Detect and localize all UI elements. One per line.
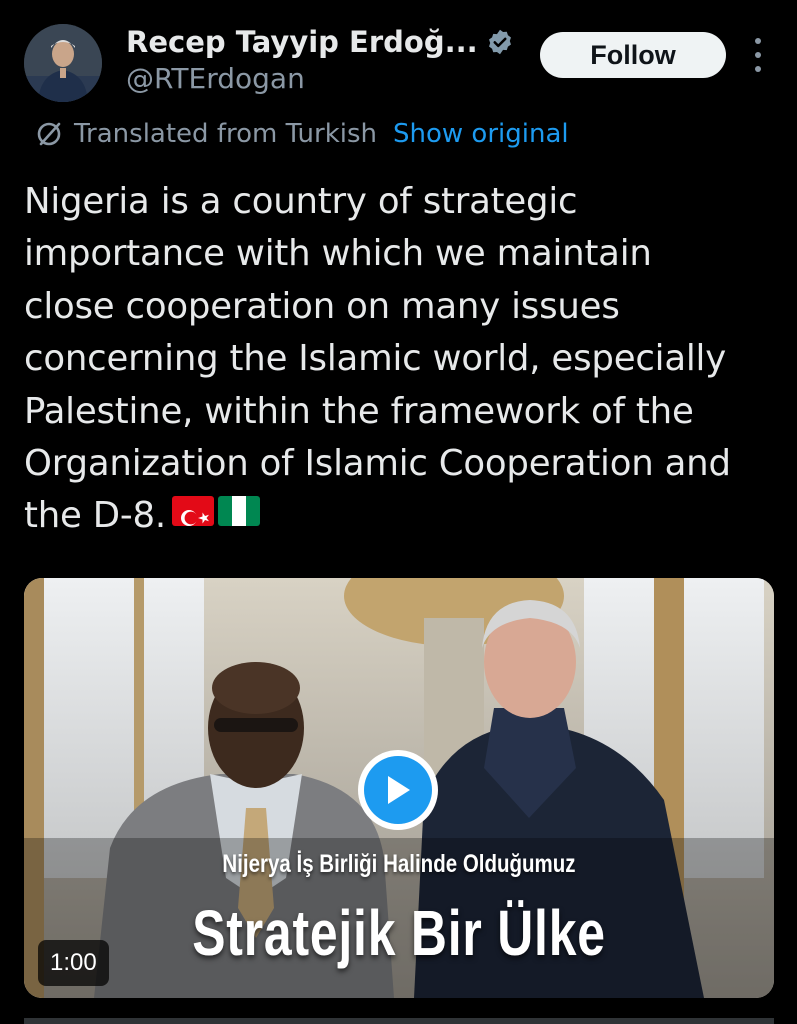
translate-icon: [34, 119, 64, 149]
more-vertical-icon[interactable]: [748, 38, 768, 72]
tweet-line: Organization of Islamic Cooperation and: [24, 443, 731, 485]
author-handle[interactable]: @RTErdogan: [126, 62, 305, 95]
flag-turkey-icon: [171, 496, 214, 527]
author-display-name[interactable]: Recep Tayyip Erdoğ...: [126, 25, 478, 59]
play-icon: [364, 756, 432, 824]
flags: [171, 496, 260, 527]
author-name-row: Recep Tayyip Erdoğ...: [126, 22, 514, 62]
tweet-line: Nigeria is a country of strategic: [24, 181, 578, 222]
avatar[interactable]: [24, 24, 102, 102]
video-duration-badge: 1:00: [38, 940, 109, 986]
follow-button[interactable]: Follow: [540, 32, 726, 78]
next-content-edge: [24, 1018, 774, 1024]
tweet-line: close cooperation on many issues: [24, 285, 620, 327]
flag-nigeria-icon: [217, 496, 260, 527]
tweet-line: Palestine, within the framework of the: [24, 390, 694, 432]
tweet-line: the D-8.: [24, 495, 166, 537]
tweet-line: concerning the Islamic world, especially: [24, 338, 727, 380]
video-caption-title: Stratejik Bir Ülke: [192, 897, 606, 969]
translated-from-label: Translated from Turkish: [74, 119, 377, 149]
verified-badge-icon: [486, 28, 514, 56]
tweet-last-line: the D-8.: [24, 490, 784, 542]
tweet-text: Nigeria is a country of strategic import…: [24, 176, 784, 543]
tweet-header: Recep Tayyip Erdoğ... @RTErdogan Follow: [0, 0, 797, 110]
video-player[interactable]: Nijerya İş Birliği Halinde Olduğumuz Str…: [24, 578, 774, 998]
profile-photo-icon: [24, 24, 102, 102]
show-original-link[interactable]: Show original: [393, 119, 569, 149]
play-button[interactable]: [358, 750, 438, 830]
tweet-line: importance with which we maintain: [24, 233, 652, 275]
translation-row: Translated from Turkish Show original: [34, 116, 569, 152]
video-caption-subtitle: Nijerya İş Birliği Halinde Olduğumuz: [222, 850, 576, 878]
